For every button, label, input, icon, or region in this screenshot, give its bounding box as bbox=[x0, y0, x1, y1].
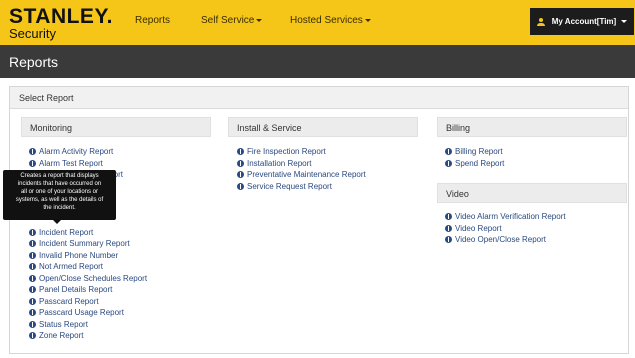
person-icon bbox=[536, 17, 545, 26]
info-icon bbox=[445, 159, 452, 167]
info-icon bbox=[29, 159, 36, 167]
report-link[interactable]: Passcard Usage Report bbox=[29, 307, 147, 319]
report-link-label: Passcard Usage Report bbox=[39, 308, 124, 318]
report-link[interactable]: Spend Report bbox=[445, 158, 504, 170]
info-icon bbox=[29, 297, 36, 305]
info-icon bbox=[29, 286, 36, 294]
report-link-label: Panel Details Report bbox=[39, 285, 113, 295]
chevron-down-icon bbox=[364, 18, 371, 22]
my-account-button[interactable]: My Account[Tim] bbox=[530, 8, 634, 35]
info-icon bbox=[29, 251, 36, 259]
info-icon bbox=[237, 148, 244, 156]
report-link[interactable]: Not Armed Report bbox=[29, 261, 147, 273]
billing-report-list: Billing Report Spend Report bbox=[445, 146, 504, 169]
info-icon bbox=[445, 236, 452, 244]
chevron-down-icon bbox=[256, 18, 263, 22]
report-link-label: Installation Report bbox=[247, 158, 312, 168]
report-link[interactable]: Alarm Test Report bbox=[29, 158, 147, 170]
report-link-label: Incident Report bbox=[39, 227, 94, 237]
top-navbar: STANLEY. Security Reports Self Service H… bbox=[0, 0, 635, 45]
report-link-label: Video Alarm Verification Report bbox=[455, 212, 566, 222]
info-icon bbox=[237, 182, 244, 190]
report-link-label: Invalid Phone Number bbox=[39, 250, 119, 260]
info-icon bbox=[445, 148, 452, 156]
section-install-service-header: Install & Service bbox=[228, 117, 418, 137]
logo-subtitle: Security bbox=[9, 26, 56, 41]
report-link-label: Incident Summary Report bbox=[39, 239, 130, 249]
report-link[interactable]: Preventative Maintenance Report bbox=[237, 169, 366, 181]
video-report-list: Video Alarm Verification Report Video Rep… bbox=[445, 211, 566, 246]
info-icon bbox=[29, 148, 36, 156]
report-link[interactable]: Fire Inspection Report bbox=[237, 146, 366, 158]
report-link-label: Passcard Report bbox=[39, 296, 99, 306]
nav-reports[interactable]: Reports bbox=[135, 15, 170, 26]
tooltip-line: all or one of your locations or bbox=[20, 189, 99, 195]
report-link-label: Preventative Maintenance Report bbox=[247, 170, 366, 180]
report-link-label: Not Armed Report bbox=[39, 262, 104, 272]
report-link-label: Video Open/Close Report bbox=[455, 235, 547, 245]
info-icon bbox=[237, 171, 244, 179]
info-icon bbox=[29, 332, 36, 340]
tooltip-line: systems, as well as the details of bbox=[15, 197, 104, 203]
info-icon bbox=[445, 224, 452, 232]
report-link-label: Video Report bbox=[455, 223, 502, 233]
report-link[interactable]: Invalid Phone Number bbox=[29, 250, 147, 262]
report-link[interactable]: Panel Details Report bbox=[29, 284, 147, 296]
info-icon bbox=[237, 159, 244, 167]
tooltip-arrow bbox=[53, 220, 61, 224]
report-link[interactable]: Service Request Report bbox=[237, 181, 366, 193]
report-link-label: Status Report bbox=[39, 319, 88, 329]
page-title-bar: Reports bbox=[0, 45, 635, 78]
tooltip-line: the incident. bbox=[43, 205, 76, 211]
report-link[interactable]: Installation Report bbox=[237, 158, 366, 170]
panel-header: Select Report bbox=[10, 87, 628, 109]
report-link-label: Service Request Report bbox=[247, 181, 332, 191]
panel-title: Select Report bbox=[19, 93, 74, 103]
nav-self-service[interactable]: Self Service bbox=[201, 15, 263, 26]
info-icon bbox=[29, 228, 36, 236]
info-icon bbox=[29, 263, 36, 271]
report-link-label: Zone Report bbox=[39, 331, 84, 341]
report-tooltip: Creates a report that displays incidents… bbox=[3, 170, 116, 224]
report-link[interactable]: Alarm Activity Report bbox=[29, 146, 147, 158]
chevron-down-icon bbox=[621, 20, 628, 23]
info-icon bbox=[29, 309, 36, 317]
install-service-report-list: Fire Inspection Report Installation Repor… bbox=[237, 146, 366, 192]
tooltip-line: incidents that have occurred on bbox=[17, 181, 102, 187]
report-link-label: Open/Close Schedules Report bbox=[39, 273, 148, 283]
report-link[interactable]: Billing Report bbox=[445, 146, 504, 158]
report-link-label: Spend Report bbox=[455, 158, 505, 168]
report-link-label: Alarm Activity Report bbox=[39, 147, 114, 157]
report-link-label: Alarm Test Report bbox=[39, 158, 103, 168]
report-link[interactable]: Open/Close Schedules Report bbox=[29, 273, 147, 285]
report-link[interactable]: Incident Summary Report bbox=[29, 238, 147, 250]
report-link[interactable]: Status Report bbox=[29, 319, 147, 331]
report-link-label: Fire Inspection Report bbox=[247, 147, 326, 157]
page-title: Reports bbox=[9, 54, 59, 70]
info-icon bbox=[29, 274, 36, 282]
info-icon bbox=[445, 213, 452, 221]
report-link[interactable]: Video Report bbox=[445, 223, 566, 235]
tooltip-line: Creates a report that displays bbox=[20, 173, 99, 179]
stanley-logo[interactable]: STANLEY. Security bbox=[9, 5, 113, 41]
report-link[interactable]: Incident Report bbox=[29, 227, 147, 239]
report-link[interactable]: Passcard Report bbox=[29, 296, 147, 308]
info-icon bbox=[29, 240, 36, 248]
report-link-label: Billing Report bbox=[455, 147, 503, 157]
section-monitoring-header: Monitoring bbox=[21, 117, 211, 137]
report-link[interactable]: Video Alarm Verification Report bbox=[445, 211, 566, 223]
report-link[interactable]: Zone Report bbox=[29, 330, 147, 342]
info-icon bbox=[29, 320, 36, 328]
logo-wordmark: STANLEY. bbox=[9, 5, 113, 28]
nav-hosted-services[interactable]: Hosted Services bbox=[290, 15, 371, 26]
section-video-header: Video bbox=[437, 183, 627, 203]
section-billing-header: Billing bbox=[437, 117, 627, 137]
select-report-panel: Select Report Monitoring Alarm Activity … bbox=[9, 86, 629, 354]
report-link[interactable]: Video Open/Close Report bbox=[445, 234, 566, 246]
